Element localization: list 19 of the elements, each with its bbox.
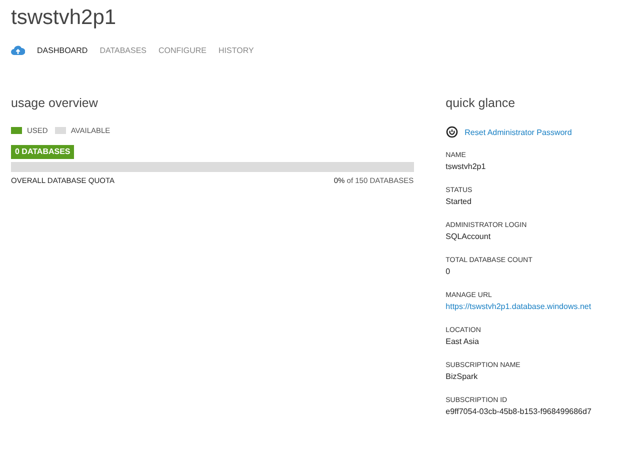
field-value: SQLAccount bbox=[446, 232, 492, 243]
field-value: e9ff7054-03cb-45b8-b153-f968499686d7 bbox=[446, 407, 592, 418]
page-title: tswstvh2p1 bbox=[11, 6, 118, 31]
field-value: East Asia bbox=[446, 337, 480, 348]
section-heading: usage overview bbox=[11, 96, 99, 112]
count-badge: 0 DATABASES bbox=[11, 145, 74, 159]
section-heading: quick glance bbox=[446, 96, 516, 112]
url-link[interactable]: https://tswstvh2p1.database.windows.net bbox=[446, 302, 592, 313]
field-value: BizSpark bbox=[446, 372, 479, 383]
nav-tab[interactable]: HISTORY bbox=[218, 46, 254, 54]
power-icon[interactable] bbox=[446, 126, 458, 138]
field-value: Started bbox=[446, 197, 472, 208]
field-value: 0 bbox=[446, 267, 452, 278]
reset-password-link[interactable]: Reset Administrator Password bbox=[464, 128, 572, 136]
nav-tab[interactable]: DATABASES bbox=[100, 46, 147, 54]
nav-tab[interactable]: DASHBOARD bbox=[37, 46, 88, 54]
cloud-icon bbox=[11, 44, 25, 56]
field-value: tswstvh2p1 bbox=[446, 162, 487, 173]
nav-tab[interactable]: CONFIGURE bbox=[158, 46, 207, 54]
